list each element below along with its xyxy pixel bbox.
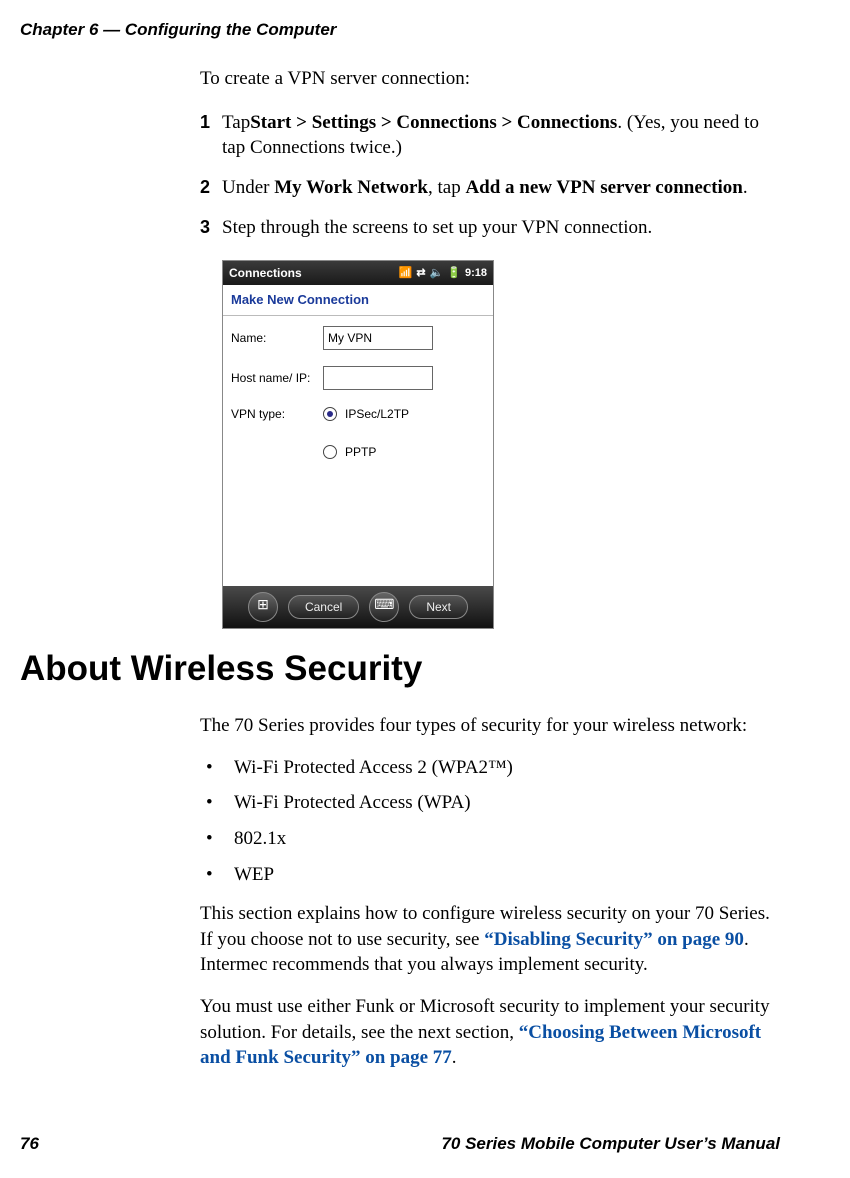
bold-text: Add a new VPN server connection (465, 177, 742, 198)
name-row: Name: (231, 326, 485, 350)
step-text: Step through the screens to set up your … (222, 215, 780, 241)
wireless-section: The 70 Series provides four types of sec… (200, 713, 780, 1071)
list-item: Wi-Fi Protected Access (WPA) (200, 790, 780, 816)
connection-icon: ⇄ (416, 266, 425, 281)
step-text: TapStart > Settings > Connections > Conn… (222, 110, 780, 161)
text-fragment: . (743, 177, 748, 198)
step-2: 2 Under My Work Network, tap Add a new V… (200, 175, 780, 201)
radio-dot-selected-icon (323, 407, 337, 421)
screenshot-title: Connections (229, 265, 302, 281)
text-fragment: Under (222, 177, 274, 198)
chapter-header: Chapter 6 — Configuring the Computer (20, 20, 780, 40)
signal-icon: 📶 (399, 266, 413, 281)
xref-disabling-security[interactable]: “Disabling Security” on page 90 (484, 929, 744, 950)
step-3: 3 Step through the screens to set up you… (200, 215, 780, 241)
text-fragment: . (452, 1047, 457, 1068)
screenshot-titlebar: Connections 📶 ⇄ 🔈 🔋 9:18 (223, 261, 493, 285)
volume-icon: 🔈 (430, 266, 444, 281)
wireless-para-1: This section explains how to configure w… (200, 901, 780, 978)
wireless-intro: The 70 Series provides four types of sec… (200, 713, 780, 739)
list-item: WEP (200, 862, 780, 888)
step-number: 2 (200, 175, 222, 201)
name-input[interactable] (323, 326, 433, 350)
screenshot-bottombar: ⊞ Cancel ⌨ Next (223, 586, 493, 628)
screenshot-subtitle: Make New Connection (223, 285, 493, 316)
vpntype-row: VPN type: IPSec/L2TP PPTP (231, 406, 485, 460)
list-item: 802.1x (200, 826, 780, 852)
screenshot-body: Name: Host name/ IP: VPN type: IPSec/L2T… (223, 316, 493, 586)
page-footer: 76 70 Series Mobile Computer User’s Manu… (20, 1134, 780, 1154)
manual-title: 70 Series Mobile Computer User’s Manual (441, 1134, 780, 1154)
vpntype-options: IPSec/L2TP PPTP (323, 406, 409, 460)
status-icons: 📶 ⇄ 🔈 🔋 9:18 (399, 266, 487, 281)
radio-ipsec[interactable]: IPSec/L2TP (323, 406, 409, 422)
device-screenshot: Connections 📶 ⇄ 🔈 🔋 9:18 Make New Connec… (222, 260, 494, 629)
list-item: Wi-Fi Protected Access 2 (WPA2™) (200, 755, 780, 781)
radio-pptp[interactable]: PPTP (323, 444, 409, 460)
step-number: 1 (200, 110, 222, 161)
radio-label: PPTP (345, 444, 376, 460)
section-heading-wireless: About Wireless Security (20, 649, 780, 689)
keyboard-button[interactable]: ⌨ (369, 592, 399, 622)
host-label: Host name/ IP: (231, 370, 323, 386)
step-1: 1 TapStart > Settings > Connections > Co… (200, 110, 780, 161)
security-types-list: Wi-Fi Protected Access 2 (WPA2™) Wi-Fi P… (200, 755, 780, 888)
host-input[interactable] (323, 366, 433, 390)
text-fragment: Tap (222, 112, 250, 133)
cancel-button[interactable]: Cancel (288, 595, 359, 619)
vpn-section: To create a VPN server connection: 1 Tap… (200, 66, 780, 629)
windows-icon: ⊞ (257, 597, 269, 616)
vpntype-label: VPN type: (231, 406, 323, 422)
host-row: Host name/ IP: (231, 366, 485, 390)
next-button[interactable]: Next (409, 595, 468, 619)
radio-dot-icon (323, 445, 337, 459)
text-fragment: , tap (428, 177, 465, 198)
keyboard-icon: ⌨ (374, 597, 394, 616)
name-label: Name: (231, 330, 323, 346)
vpn-intro: To create a VPN server connection: (200, 66, 780, 92)
wireless-para-2: You must use either Funk or Microsoft se… (200, 994, 780, 1071)
page-number: 76 (20, 1134, 39, 1154)
bold-path: Start > Settings > Connections > Connect… (250, 112, 617, 133)
bold-text: My Work Network (274, 177, 428, 198)
step-text: Under My Work Network, tap Add a new VPN… (222, 175, 780, 201)
radio-label: IPSec/L2TP (345, 406, 409, 422)
step-number: 3 (200, 215, 222, 241)
start-button[interactable]: ⊞ (248, 592, 278, 622)
clock-text: 9:18 (465, 266, 487, 281)
battery-icon: 🔋 (447, 266, 461, 281)
